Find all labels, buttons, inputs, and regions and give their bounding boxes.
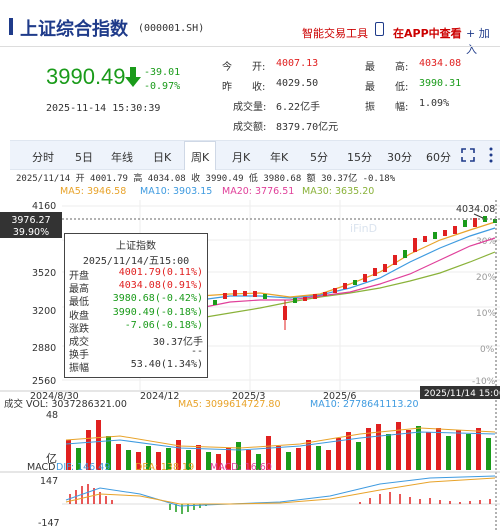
amplitude-label: 振 幅: bbox=[365, 102, 409, 113]
tooltip-title: 上证指数 bbox=[116, 241, 156, 252]
amount-value: 8379.70亿元 bbox=[276, 122, 339, 133]
y-label: 4160 bbox=[32, 201, 56, 212]
change-percent: -0.97% bbox=[144, 81, 181, 92]
x-label: 2024/12 bbox=[140, 391, 179, 402]
low-value: 3990.31 bbox=[419, 78, 462, 89]
ma5-label: MA5: 3946.58 bbox=[60, 186, 126, 197]
ma5-line bbox=[199, 221, 496, 298]
tooltip-row: 换手 -- bbox=[65, 346, 207, 361]
volume-label: 成交量: bbox=[233, 102, 267, 113]
tooltip-value: 53.40(1.34%) bbox=[130, 359, 203, 371]
tooltip-value: 4001.79(0.11%) bbox=[118, 267, 203, 278]
tooltip-row: 收盘 3990.49(-0.18%) bbox=[65, 306, 207, 322]
tab-5day[interactable]: 5日 bbox=[75, 149, 93, 165]
pct-label: 10% bbox=[476, 309, 496, 319]
prev-close-label: 昨 收: bbox=[222, 82, 266, 93]
phone-icon bbox=[375, 22, 384, 36]
volume-top: 48 bbox=[46, 410, 58, 421]
prev-close-value: 4029.50 bbox=[276, 78, 319, 89]
tooltip-row: 振幅 53.40(1.34%) bbox=[65, 359, 207, 375]
view-in-app-link[interactable]: 在APP中查看 bbox=[393, 25, 462, 41]
candle-tooltip: 上证指数 2025/11/14/五15:00 开盘 4001.79(0.11%)… bbox=[64, 233, 208, 378]
open-value: 4007.13 bbox=[276, 58, 319, 69]
ma30-label: MA30: 3635.20 bbox=[302, 186, 374, 197]
crosshair-price: 3976.27 bbox=[11, 215, 50, 226]
tab-weekly-k[interactable]: 周K bbox=[184, 141, 217, 170]
macd-label: MACD bbox=[27, 462, 55, 473]
tab-intraday[interactable]: 分时 bbox=[32, 149, 54, 165]
title-accent-bar bbox=[9, 18, 13, 35]
add-watchlist-link[interactable]: + 加入 bbox=[466, 25, 500, 57]
ma20-label: MA20: 3776.51 bbox=[222, 186, 294, 197]
tab-yearly-k[interactable]: 年K bbox=[270, 149, 288, 165]
price-change: -39.01 -0.97% bbox=[144, 66, 180, 94]
crosshair-date: 2025/11/14 15:00 bbox=[424, 389, 500, 399]
macd-value: MACD: 16.60 bbox=[210, 462, 272, 473]
y-label: 2880 bbox=[32, 343, 56, 354]
more-menu-icon[interactable] bbox=[488, 147, 494, 163]
period-tabs: 分时 5日 年线 日K 周K 月K 年K 5分 15分 30分 60分 bbox=[10, 140, 500, 170]
tooltip-date: 2025/11/14/五15:00 bbox=[82, 256, 190, 267]
tab-daily-k[interactable]: 日K bbox=[153, 149, 171, 165]
tooltip-row: 最高 4034.08(0.91%) bbox=[65, 280, 207, 295]
macd-top: 147 bbox=[40, 476, 58, 487]
amplitude-value: 1.09% bbox=[419, 98, 450, 109]
quote-time: 2025-11-14 15:30:39 bbox=[46, 103, 161, 114]
y-label: 3520 bbox=[32, 268, 56, 279]
ma10-label: MA10: 3903.15 bbox=[140, 186, 212, 197]
high-label: 最 高: bbox=[365, 62, 409, 73]
macd-dea: DEA: 138.19 bbox=[135, 462, 194, 473]
tab-30min[interactable]: 30分 bbox=[387, 149, 412, 165]
tooltip-value: -- bbox=[190, 346, 203, 358]
tab-5min[interactable]: 5分 bbox=[310, 149, 328, 165]
macd-histogram bbox=[69, 484, 491, 514]
y-label: 2560 bbox=[32, 376, 56, 387]
header-divider bbox=[0, 46, 500, 47]
tooltip-row: 涨跌 -7.06(-0.18%) bbox=[65, 319, 207, 335]
open-label: 今 开: bbox=[222, 62, 266, 73]
tooltip-value: 4034.08(0.91%) bbox=[118, 280, 203, 292]
ma10-line bbox=[199, 227, 496, 301]
volume-header: 成交 VOL: 3037286321.00 bbox=[4, 398, 127, 410]
macd-bottom: -147 bbox=[38, 518, 60, 529]
tab-yearline[interactable]: 年线 bbox=[111, 149, 133, 165]
tooltip-value: 3980.68(-0.42%) bbox=[112, 293, 203, 305]
volume-value: 6.22亿手 bbox=[276, 102, 321, 113]
crosshair-pct: 39.90% bbox=[13, 227, 49, 238]
low-label: 最 低: bbox=[365, 82, 409, 93]
tab-60min[interactable]: 60分 bbox=[426, 149, 451, 165]
fullscreen-icon[interactable] bbox=[461, 148, 475, 162]
index-title: 上证综合指数 bbox=[20, 19, 128, 40]
high-value: 4034.08 bbox=[419, 58, 462, 69]
tab-15min[interactable]: 15分 bbox=[347, 149, 372, 165]
change-value: -39.01 bbox=[144, 67, 181, 78]
header: 上证综合指数 (000001.SH) 智能交易工具 在APP中查看 + 加入 bbox=[0, 0, 500, 56]
tooltip-value: -7.06(-0.18%) bbox=[124, 319, 203, 331]
y-label: 3200 bbox=[32, 306, 56, 317]
pct-label: 0% bbox=[480, 345, 495, 355]
volume-ma5: MA5: 3099614727.80 bbox=[178, 399, 281, 410]
high-marker: 4034.08 bbox=[456, 204, 495, 215]
current-price: 3990.49 bbox=[46, 64, 126, 89]
tab-monthly-k[interactable]: 月K bbox=[232, 149, 250, 165]
pct-label: -10% bbox=[472, 377, 496, 387]
volume-ma10: MA10: 2778641113.20 bbox=[310, 399, 419, 410]
chart-info-line: 2025/11/14 开 4001.79 高 4034.08 收 3990.49… bbox=[16, 172, 396, 184]
index-code: (000001.SH) bbox=[138, 23, 205, 34]
tooltip-row: 最低 3980.68(-0.42%) bbox=[65, 293, 207, 308]
chart-watermark: iFinD bbox=[350, 222, 377, 235]
tooltip-row: 开盘 4001.79(0.11%) bbox=[65, 267, 207, 282]
tooltip-label: 振幅 bbox=[69, 363, 89, 375]
ma20-line bbox=[199, 237, 496, 309]
tooltip-row: 成交 30.37亿手 bbox=[65, 333, 207, 348]
tooltip-value: 3990.49(-0.18%) bbox=[112, 306, 203, 318]
macd-dif: DIF: 146.49 bbox=[56, 462, 110, 473]
smart-trade-link[interactable]: 智能交易工具 bbox=[302, 25, 368, 41]
amount-label: 成交额: bbox=[233, 122, 267, 133]
down-arrow-icon bbox=[125, 67, 141, 87]
pct-label: 20% bbox=[476, 273, 496, 283]
